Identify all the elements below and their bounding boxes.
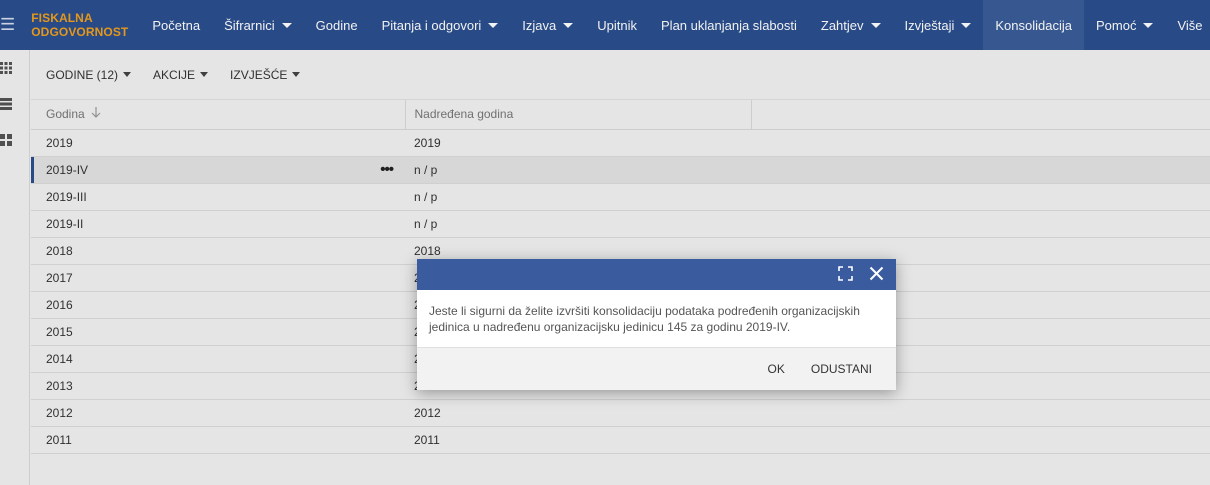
dialog-message: Jeste li sigurni da želite izvršiti kons… (429, 304, 860, 334)
dialog-footer: OK ODUSTANI (417, 347, 896, 390)
cancel-button[interactable]: ODUSTANI (811, 362, 872, 376)
maximize-icon[interactable] (838, 265, 853, 284)
ok-button[interactable]: OK (768, 362, 785, 376)
consolidation-confirm-dialog: Jeste li sigurni da želite izvršiti kons… (417, 259, 896, 390)
close-icon[interactable] (869, 266, 884, 284)
modal-overlay (0, 0, 1210, 485)
dialog-header (417, 259, 896, 290)
